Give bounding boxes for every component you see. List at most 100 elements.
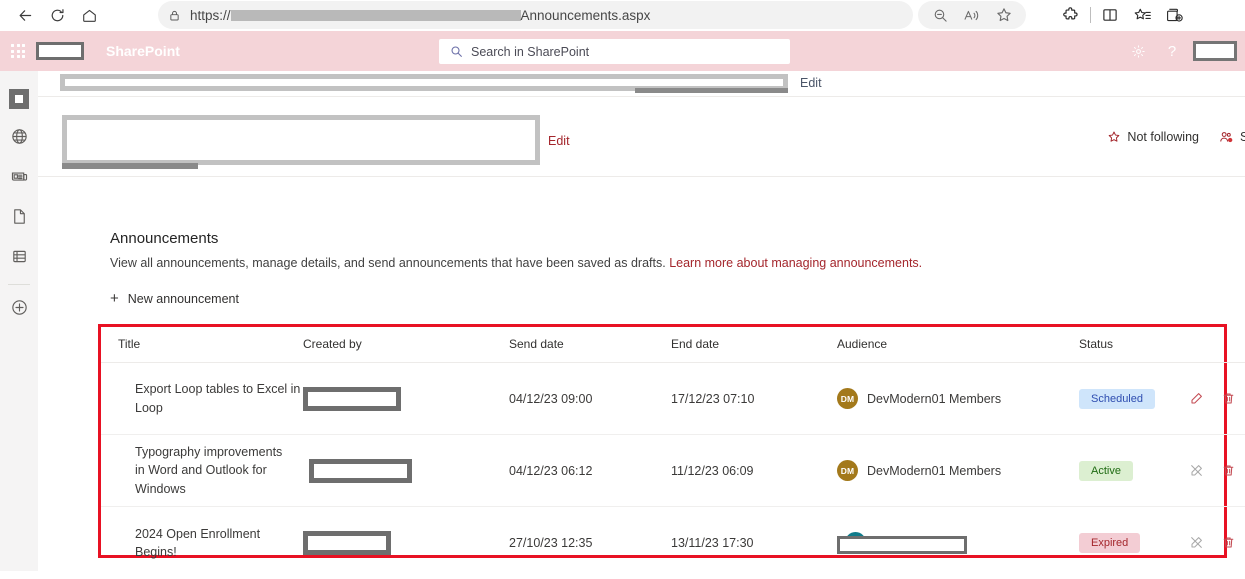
created-by-redaction	[309, 458, 412, 483]
row-actions	[1189, 463, 1245, 478]
site-title-redaction	[62, 115, 540, 165]
trash-icon[interactable]	[1221, 463, 1236, 478]
url-suffix: Announcements.aspx	[520, 7, 651, 23]
column-header-actions	[1189, 327, 1245, 363]
zoom-out-icon[interactable]	[924, 1, 956, 29]
trash-icon[interactable]	[1221, 535, 1236, 550]
sidebar-item-create[interactable]	[0, 290, 38, 330]
column-header-end-date[interactable]: End date	[671, 327, 837, 363]
table-row[interactable]: 2024 Open Enrollment Begins! 27/10/23 12…	[101, 507, 1245, 579]
browser-toolbar: https:// Announcements.aspx	[0, 0, 1245, 31]
site-title-redaction-bar	[62, 163, 198, 169]
search-icon	[450, 45, 463, 58]
site-nav-redaction-bar	[635, 88, 788, 93]
learn-more-link[interactable]: Learn more about managing announcements.	[669, 256, 922, 270]
row-end-date: 17/12/23 07:10	[671, 362, 837, 435]
row-actions	[1189, 391, 1245, 406]
audience-label: DevModern01 Members	[867, 463, 1002, 478]
pencil-icon[interactable]	[1189, 391, 1204, 406]
row-actions	[1189, 535, 1245, 550]
back-arrow-icon[interactable]	[10, 3, 40, 29]
browser-action-group	[1055, 1, 1190, 29]
sidebar-item-my-sites[interactable]	[0, 119, 38, 159]
globe-icon	[10, 127, 29, 151]
audience-cell	[837, 528, 977, 558]
table-row[interactable]: Export Loop tables to Excel in Loop 04/1…	[101, 362, 1245, 435]
sidebar-item-news[interactable]	[0, 159, 38, 199]
row-title[interactable]: 2024 Open Enrollment Begins!	[118, 525, 303, 561]
pencil-disabled-icon	[1189, 463, 1204, 478]
search-input[interactable]: Search in SharePoint	[439, 39, 790, 64]
tenant-logo-redaction	[36, 42, 84, 60]
new-announcement-label: New announcement	[127, 291, 239, 306]
trash-icon[interactable]	[1221, 391, 1236, 406]
read-aloud-icon[interactable]	[956, 1, 988, 29]
rail-divider	[8, 284, 30, 285]
lists-icon	[10, 247, 29, 271]
column-header-created-by[interactable]: Created by	[303, 327, 509, 363]
table-body: Export Loop tables to Excel in Loop 04/1…	[101, 362, 1245, 579]
not-following-label: Not following	[1127, 130, 1199, 144]
table-header-row: Title Created by Send date End date Audi…	[101, 327, 1245, 363]
table-row[interactable]: Typography improvements in Word and Outl…	[101, 434, 1245, 507]
user-avatar-redaction[interactable]	[1193, 41, 1237, 61]
page-description-text: View all announcements, manage details, …	[110, 256, 666, 270]
page-description: View all announcements, manage details, …	[110, 256, 922, 270]
row-send-date: 04/12/23 09:00	[509, 362, 671, 435]
row-end-date: 13/11/23 17:30	[671, 535, 754, 550]
column-header-audience[interactable]: Audience	[837, 327, 1079, 363]
edit-site-link[interactable]: Edit	[548, 134, 570, 148]
refresh-icon[interactable]	[42, 3, 72, 29]
edit-nav-link[interactable]: Edit	[800, 76, 822, 90]
lock-icon	[168, 9, 181, 22]
omnibox-action-group	[918, 1, 1026, 29]
help-button[interactable]: ?	[1155, 31, 1189, 71]
split-screen-icon[interactable]	[1094, 1, 1126, 29]
sidebar-item-pages[interactable]	[0, 199, 38, 239]
share-button[interactable]: S	[1219, 130, 1245, 144]
add-tab-icon[interactable]	[1158, 1, 1190, 29]
url-redaction	[230, 9, 521, 21]
app-launcher-waffle-icon[interactable]	[9, 42, 27, 60]
audience-label: DevModern01 Members	[867, 391, 1002, 406]
home-tile-icon	[9, 89, 29, 109]
gear-icon[interactable]	[1121, 31, 1155, 71]
row-title[interactable]: Typography improvements in Word and Outl…	[118, 443, 293, 497]
created-by-redaction	[303, 530, 391, 555]
audience-cell: DM DevModern01 Members	[837, 460, 1079, 481]
home-icon[interactable]	[74, 3, 104, 29]
status-badge: Expired	[1079, 532, 1141, 553]
favorite-star-icon[interactable]	[988, 1, 1020, 29]
plus-circle-icon	[10, 298, 29, 322]
announcements-table: Title Created by Send date End date Audi…	[101, 327, 1245, 579]
people-share-icon	[1219, 130, 1234, 144]
row-title[interactable]: Export Loop tables to Excel in Loop	[118, 380, 303, 416]
column-header-title[interactable]: Title	[101, 327, 303, 363]
audience-redaction	[837, 535, 967, 554]
column-header-status[interactable]: Status	[1079, 327, 1189, 363]
row-send-date: 04/12/23 06:12	[509, 434, 671, 507]
extensions-puzzle-icon[interactable]	[1055, 1, 1087, 29]
suite-brand-label[interactable]: SharePoint	[106, 43, 180, 59]
avatar: DM	[837, 388, 858, 409]
pencil-disabled-icon	[1189, 535, 1204, 550]
not-following-button[interactable]: Not following	[1107, 130, 1199, 144]
sidebar-item-lists[interactable]	[0, 239, 38, 279]
row-send-date: 27/10/23 12:35	[509, 535, 593, 550]
column-header-send-date[interactable]: Send date	[509, 327, 671, 363]
search-placeholder: Search in SharePoint	[471, 44, 590, 59]
page-icon	[10, 207, 29, 231]
site-header-actions: Not following S	[1107, 130, 1245, 144]
star-icon	[1107, 130, 1121, 144]
row-end-date: 11/12/23 06:09	[671, 434, 837, 507]
page-title: Announcements	[110, 230, 219, 247]
url-text: https:// Announcements.aspx	[190, 8, 650, 23]
table-header: Title Created by Send date End date Audi…	[101, 327, 1245, 363]
sidebar-item-home[interactable]	[0, 79, 38, 119]
collections-icon[interactable]	[1126, 1, 1158, 29]
new-announcement-button[interactable]: + New announcement	[110, 291, 239, 306]
announcements-table-highlight: Title Created by Send date End date Audi…	[98, 324, 1245, 559]
share-label: S	[1240, 130, 1245, 144]
suite-action-group: ?	[1121, 31, 1245, 71]
address-bar[interactable]: https:// Announcements.aspx	[158, 1, 913, 29]
